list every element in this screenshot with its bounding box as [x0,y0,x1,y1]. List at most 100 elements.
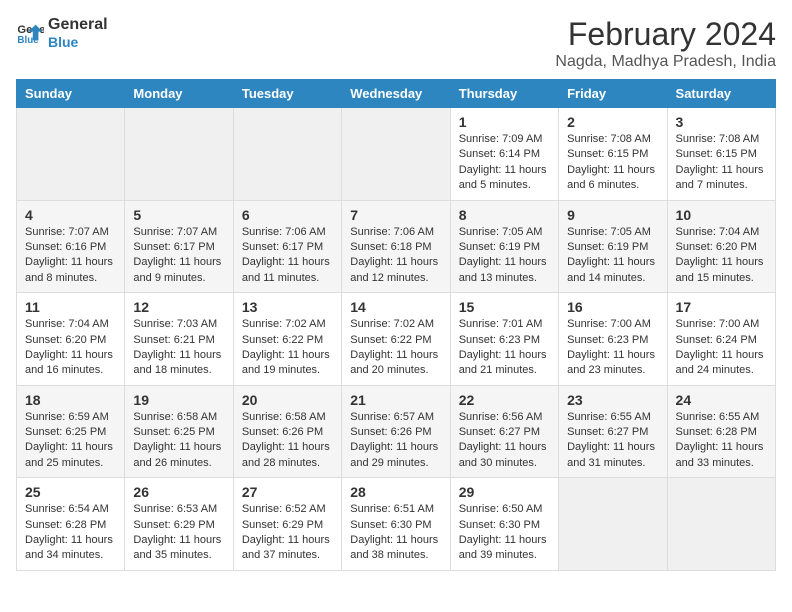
calendar-table: SundayMondayTuesdayWednesdayThursdayFrid… [16,79,776,571]
day-header-tuesday: Tuesday [233,80,341,108]
day-info: Sunrise: 7:06 AMSunset: 6:17 PMDaylight:… [242,225,333,287]
day-number: 8 [459,207,550,223]
logo: General Blue General Blue [16,16,108,50]
day-number: 29 [459,484,550,500]
logo-general: General [48,16,108,34]
day-header-wednesday: Wednesday [342,80,450,108]
day-info: Sunrise: 7:00 AMSunset: 6:23 PMDaylight:… [567,317,658,379]
day-number: 14 [350,299,441,315]
calendar-cell: 16 Sunrise: 7:00 AMSunset: 6:23 PMDayligh… [559,293,667,386]
day-number: 13 [242,299,333,315]
calendar-cell: 12 Sunrise: 7:03 AMSunset: 6:21 PMDayligh… [125,293,233,386]
calendar-cell: 9 Sunrise: 7:05 AMSunset: 6:19 PMDaylight… [559,200,667,293]
calendar-cell: 18 Sunrise: 6:59 AMSunset: 6:25 PMDayligh… [17,385,125,478]
calendar-cell: 26 Sunrise: 6:53 AMSunset: 6:29 PMDayligh… [125,478,233,571]
calendar-cell: 4Sunrise: 7:07 AMSunset: 6:16 PMDaylight… [17,200,125,293]
day-info: Sunrise: 6:55 AMSunset: 6:27 PMDaylight:… [567,410,658,472]
day-info: Sunrise: 7:06 AMSunset: 6:18 PMDaylight:… [350,225,441,287]
calendar-cell: 2Sunrise: 7:08 AMSunset: 6:15 PMDaylight… [559,108,667,201]
day-number: 24 [676,392,767,408]
day-number: 1 [459,114,550,130]
title-area: February 2024 Nagda, Madhya Pradesh, Ind… [555,16,776,71]
day-info: Sunrise: 6:58 AMSunset: 6:26 PMDaylight:… [242,410,333,472]
calendar-cell: 23 Sunrise: 6:55 AMSunset: 6:27 PMDayligh… [559,385,667,478]
page-subtitle: Nagda, Madhya Pradesh, India [555,53,776,71]
day-info: Sunrise: 7:07 AMSunset: 6:17 PMDaylight:… [133,225,224,287]
day-number: 6 [242,207,333,223]
day-info: Sunrise: 7:04 AMSunset: 6:20 PMDaylight:… [676,225,767,287]
calendar-cell: 17 Sunrise: 7:00 AMSunset: 6:24 PMDayligh… [667,293,775,386]
day-info: Sunrise: 6:53 AMSunset: 6:29 PMDaylight:… [133,502,224,564]
calendar-cell: 29 Sunrise: 6:50 AMSunset: 6:30 PMDayligh… [450,478,558,571]
day-number: 27 [242,484,333,500]
calendar-cell: 3Sunrise: 7:08 AMSunset: 6:15 PMDaylight… [667,108,775,201]
calendar-cell: 21 Sunrise: 6:57 AMSunset: 6:26 PMDayligh… [342,385,450,478]
day-number: 28 [350,484,441,500]
day-number: 25 [25,484,116,500]
calendar-cell: 14 Sunrise: 7:02 AMSunset: 6:22 PMDayligh… [342,293,450,386]
day-number: 10 [676,207,767,223]
calendar-cell [233,108,341,201]
day-number: 23 [567,392,658,408]
day-info: Sunrise: 6:50 AMSunset: 6:30 PMDaylight:… [459,502,550,564]
calendar-cell [667,478,775,571]
calendar-cell: 27 Sunrise: 6:52 AMSunset: 6:29 PMDayligh… [233,478,341,571]
logo-blue: Blue [48,34,108,50]
calendar-cell: 11Sunrise: 7:04 AMSunset: 6:20 PMDayligh… [17,293,125,386]
calendar-body: 1 Sunrise: 7:09 AMSunset: 6:14 PMDaylight… [17,108,776,571]
calendar-cell: 20Sunrise: 6:58 AMSunset: 6:26 PMDayligh… [233,385,341,478]
day-info: Sunrise: 6:55 AMSunset: 6:28 PMDaylight:… [676,410,767,472]
calendar-cell: 8 Sunrise: 7:05 AMSunset: 6:19 PMDaylight… [450,200,558,293]
day-number: 18 [25,392,116,408]
calendar-week-row: 11Sunrise: 7:04 AMSunset: 6:20 PMDayligh… [17,293,776,386]
day-info: Sunrise: 7:05 AMSunset: 6:19 PMDaylight:… [459,225,550,287]
logo-icon: General Blue [16,19,44,47]
calendar-cell: 24 Sunrise: 6:55 AMSunset: 6:28 PMDayligh… [667,385,775,478]
calendar-cell: 1 Sunrise: 7:09 AMSunset: 6:14 PMDaylight… [450,108,558,201]
day-info: Sunrise: 6:56 AMSunset: 6:27 PMDaylight:… [459,410,550,472]
calendar-week-row: 4Sunrise: 7:07 AMSunset: 6:16 PMDaylight… [17,200,776,293]
day-header-sunday: Sunday [17,80,125,108]
calendar-week-row: 25 Sunrise: 6:54 AMSunset: 6:28 PMDayligh… [17,478,776,571]
page-header: General Blue General Blue February 2024 … [16,16,776,71]
day-number: 11 [25,299,116,315]
calendar-cell: 28 Sunrise: 6:51 AMSunset: 6:30 PMDayligh… [342,478,450,571]
calendar-cell: 19 Sunrise: 6:58 AMSunset: 6:25 PMDayligh… [125,385,233,478]
day-info: Sunrise: 7:07 AMSunset: 6:16 PMDaylight:… [25,225,116,287]
day-number: 22 [459,392,550,408]
day-info: Sunrise: 7:02 AMSunset: 6:22 PMDaylight:… [350,317,441,379]
calendar-cell [342,108,450,201]
day-header-saturday: Saturday [667,80,775,108]
day-info: Sunrise: 6:51 AMSunset: 6:30 PMDaylight:… [350,502,441,564]
day-info: Sunrise: 7:00 AMSunset: 6:24 PMDaylight:… [676,317,767,379]
day-info: Sunrise: 7:08 AMSunset: 6:15 PMDaylight:… [676,132,767,194]
day-info: Sunrise: 6:58 AMSunset: 6:25 PMDaylight:… [133,410,224,472]
day-info: Sunrise: 7:01 AMSunset: 6:23 PMDaylight:… [459,317,550,379]
day-info: Sunrise: 7:09 AMSunset: 6:14 PMDaylight:… [459,132,550,194]
day-number: 16 [567,299,658,315]
day-info: Sunrise: 7:03 AMSunset: 6:21 PMDaylight:… [133,317,224,379]
day-number: 15 [459,299,550,315]
calendar-week-row: 1 Sunrise: 7:09 AMSunset: 6:14 PMDaylight… [17,108,776,201]
calendar-cell: 25 Sunrise: 6:54 AMSunset: 6:28 PMDayligh… [17,478,125,571]
day-number: 17 [676,299,767,315]
calendar-cell: 10 Sunrise: 7:04 AMSunset: 6:20 PMDayligh… [667,200,775,293]
day-number: 12 [133,299,224,315]
page-title: February 2024 [555,16,776,53]
calendar-cell: 22 Sunrise: 6:56 AMSunset: 6:27 PMDayligh… [450,385,558,478]
calendar-cell [17,108,125,201]
day-number: 21 [350,392,441,408]
day-info: Sunrise: 6:54 AMSunset: 6:28 PMDaylight:… [25,502,116,564]
calendar-header-row: SundayMondayTuesdayWednesdayThursdayFrid… [17,80,776,108]
day-header-thursday: Thursday [450,80,558,108]
day-header-monday: Monday [125,80,233,108]
day-number: 7 [350,207,441,223]
day-info: Sunrise: 7:05 AMSunset: 6:19 PMDaylight:… [567,225,658,287]
day-info: Sunrise: 6:57 AMSunset: 6:26 PMDaylight:… [350,410,441,472]
day-info: Sunrise: 6:59 AMSunset: 6:25 PMDaylight:… [25,410,116,472]
day-number: 26 [133,484,224,500]
calendar-cell: 13Sunrise: 7:02 AMSunset: 6:22 PMDayligh… [233,293,341,386]
day-info: Sunrise: 6:52 AMSunset: 6:29 PMDaylight:… [242,502,333,564]
day-number: 9 [567,207,658,223]
day-number: 19 [133,392,224,408]
